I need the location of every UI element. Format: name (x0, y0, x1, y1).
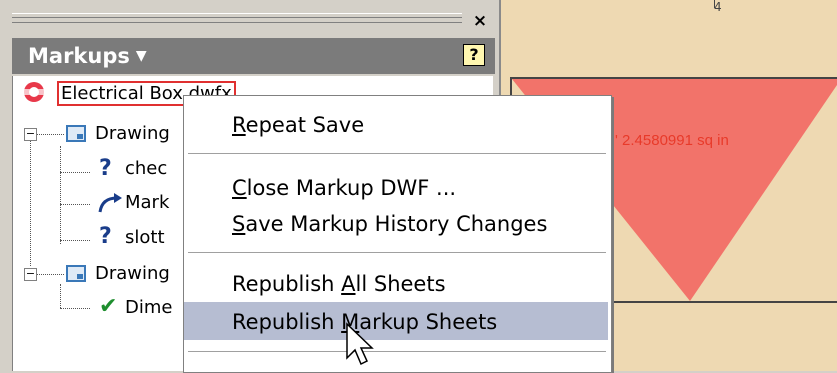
sheet-icon (66, 125, 86, 142)
menu-item-repeat-save[interactable]: Repeat Save (184, 105, 608, 143)
panel-title: Markups (28, 44, 130, 68)
menu-item-republish-markup[interactable]: Republish Markup Sheets (184, 302, 608, 340)
menu-item-republish-all[interactable]: Republish All Sheets (184, 264, 608, 302)
help-icon[interactable]: ? (463, 44, 485, 66)
question-icon: ? (99, 224, 112, 249)
tree-connector (30, 134, 31, 266)
tree-connector (60, 308, 90, 309)
menu-separator (188, 153, 606, 155)
area-prefix: ' (615, 132, 618, 149)
menu-item-close-markup[interactable]: Close Markup DWF ... (184, 168, 608, 206)
mouse-pointer-icon (346, 322, 374, 366)
panel-grip-bar[interactable]: × (0, 0, 499, 36)
tree-sheet-item[interactable]: Drawing (95, 120, 170, 148)
menu-item-label: Save Markup History Changes (232, 212, 548, 236)
tree-connector (60, 240, 90, 241)
menu-item-label: Close Markup DWF ... (232, 176, 457, 200)
menu-item-save-history[interactable]: Save Markup History Changes (184, 204, 608, 242)
tree-connector (60, 204, 90, 205)
collapse-icon[interactable]: − (24, 128, 37, 141)
markup-file-icon (24, 82, 44, 102)
checkmark-icon: ✔ (99, 294, 118, 319)
tree-connector (60, 172, 90, 173)
menu-separator (188, 252, 606, 254)
context-menu: Repeat Save Close Markup DWF ... Save Ma… (183, 95, 612, 373)
panel-header: Markups ▼ ? (12, 38, 495, 74)
ruler-tick (714, 0, 715, 8)
question-icon: ? (99, 156, 112, 181)
tree-markup-item[interactable]: Mark (125, 189, 169, 217)
arrow-markup-icon (98, 193, 122, 213)
tree-connector (60, 146, 61, 244)
tree-markup-item[interactable]: chec (125, 155, 167, 183)
menu-item-label: Republish All Sheets (232, 272, 446, 296)
tree-markup-item[interactable]: Dime (125, 294, 172, 322)
menu-separator (188, 351, 606, 353)
area-measurement-label: ' 2.4580991 sq in (615, 132, 729, 149)
close-icon[interactable]: × (469, 10, 491, 32)
panel-title-dropdown[interactable]: Markups ▼ (28, 44, 147, 68)
tree-sheet-item[interactable]: Drawing (95, 260, 170, 288)
ruler-tick-label: 4 (714, 0, 722, 14)
area-value: 2.4580991 sq in (622, 132, 729, 149)
grip-lines[interactable] (12, 13, 462, 23)
collapse-icon[interactable]: − (24, 268, 37, 281)
sheet-icon (66, 265, 86, 282)
menu-item-label: Repeat Save (232, 113, 365, 137)
tree-connector (60, 284, 61, 308)
tree-markup-item[interactable]: slott (125, 224, 165, 252)
chevron-down-icon: ▼ (135, 48, 147, 64)
